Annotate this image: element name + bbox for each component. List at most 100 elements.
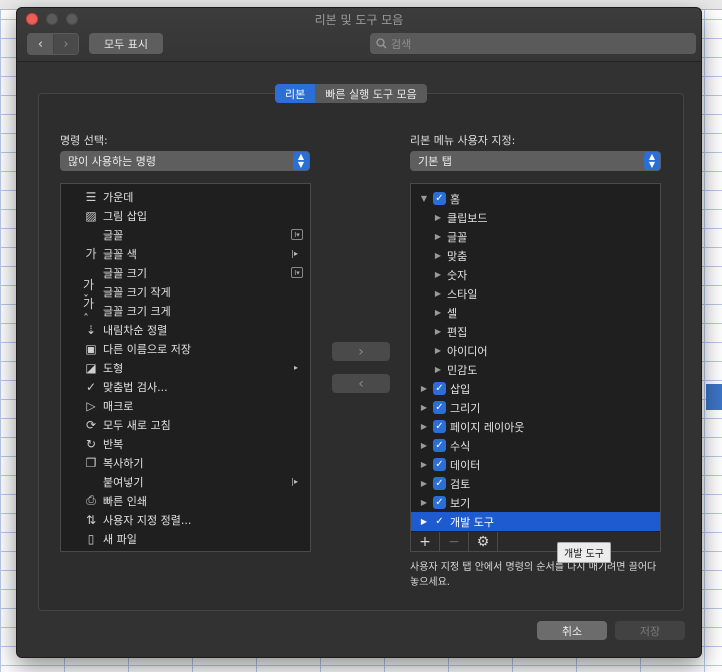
disclosure-expanded-icon[interactable]: ▼ <box>419 194 429 203</box>
command-item[interactable]: ⇅ 사용자 지정 정렬... <box>61 510 310 529</box>
disclosure-collapsed-icon[interactable]: ▶ <box>433 308 443 317</box>
disclosure-collapsed-icon[interactable]: ▶ <box>433 365 443 374</box>
disclosure-collapsed-icon[interactable]: ▶ <box>419 498 429 507</box>
command-item[interactable]: ▣ 다른 이름으로 저장 <box>61 339 310 358</box>
remove-tab-button[interactable]: − <box>440 532 469 551</box>
tree-item-label: 홈 <box>450 192 461 206</box>
ribbon-tab-item[interactable]: ▶ ✓ 검토 <box>411 474 660 493</box>
checkbox-checked-icon[interactable]: ✓ <box>433 477 446 490</box>
command-item[interactable]: ▨ 그림 삽입 <box>61 206 310 225</box>
checkbox-checked-icon[interactable]: ✓ <box>433 515 446 528</box>
disclosure-collapsed-icon[interactable]: ▶ <box>433 213 443 222</box>
back-button[interactable]: ‹ <box>28 34 53 54</box>
command-item[interactable]: ↻ 반복 <box>61 434 310 453</box>
disclosure-collapsed-icon[interactable]: ▶ <box>419 403 429 412</box>
disclosure-collapsed-icon[interactable]: ▶ <box>433 251 443 260</box>
command-item[interactable]: ⇣ 내림차순 정렬 <box>61 320 310 339</box>
command-label: 매크로 <box>103 399 134 413</box>
cancel-button[interactable]: 취소 <box>537 621 607 640</box>
disclosure-collapsed-icon[interactable]: ▶ <box>419 517 429 526</box>
command-label: 모두 새로 고침 <box>103 418 171 432</box>
checkbox-checked-icon[interactable]: ✓ <box>433 401 446 414</box>
tree-item-label: 편집 <box>447 325 468 339</box>
checkbox-checked-icon[interactable]: ✓ <box>433 439 446 452</box>
ribbon-tab-item[interactable]: ▶ ✓ 개발 도구 <box>411 512 660 531</box>
ribbon-tab-item[interactable]: ▶ ✓ 데이터 <box>411 455 660 474</box>
checkbox-checked-icon[interactable]: ✓ <box>433 192 446 205</box>
ribbon-group-item[interactable]: ▶ 글꼴 <box>411 227 660 246</box>
ribbon-group-item[interactable]: ▶ 숫자 <box>411 265 660 284</box>
forward-button[interactable]: › <box>53 34 78 54</box>
disclosure-collapsed-icon[interactable]: ▶ <box>433 289 443 298</box>
disclosure-collapsed-icon[interactable]: ▶ <box>419 479 429 488</box>
show-all-button[interactable]: 모두 표시 <box>89 33 163 54</box>
ribbon-tab-item[interactable]: ▶ ✓ 보기 <box>411 493 660 512</box>
choose-commands-dropdown[interactable]: 많이 사용하는 명령 ▲ ▼ <box>60 151 310 171</box>
disclosure-collapsed-icon[interactable]: ▶ <box>433 327 443 336</box>
command-item[interactable]: ▷ 매크로 <box>61 396 310 415</box>
shapes-icon: ◪ <box>85 360 97 375</box>
tab-options-button[interactable]: ⚙ <box>469 532 498 551</box>
command-item[interactable]: ▯ 새 파일 <box>61 529 310 548</box>
sort-descending-icon: ⇣ <box>85 322 97 337</box>
tab-quick-access-toolbar[interactable]: 빠른 실행 도구 모음 <box>315 84 427 103</box>
history-nav: ‹ › <box>27 33 79 55</box>
disclosure-collapsed-icon[interactable]: ▶ <box>433 232 443 241</box>
disclosure-collapsed-icon[interactable]: ▶ <box>433 346 443 355</box>
command-item[interactable]: ⟳ 모두 새로 고침 <box>61 415 310 434</box>
ribbon-tab-item[interactable]: ▶ ✓ 삽입 <box>411 379 660 398</box>
submenu-arrow-icon: ▸ <box>293 363 298 372</box>
tree-item-label: 그리기 <box>450 401 481 415</box>
save-button[interactable]: 저장 <box>615 621 685 640</box>
ribbon-group-item[interactable]: ▶ 맞춤 <box>411 246 660 265</box>
command-item[interactable]: ✓ 맞춤법 검사... <box>61 377 310 396</box>
tree-item-label: 민감도 <box>447 363 478 377</box>
ribbon-tab-item[interactable]: ▶ ✓ 페이지 레이아웃 <box>411 417 660 436</box>
ribbon-group-item[interactable]: ▶ 민감도 <box>411 360 660 379</box>
disclosure-collapsed-icon[interactable]: ▶ <box>419 422 429 431</box>
command-item[interactable]: 가ˆ 글꼴 크기 크게 <box>61 297 310 326</box>
checkbox-checked-icon[interactable]: ✓ <box>433 382 446 395</box>
remove-from-ribbon-button[interactable]: ‹ <box>332 374 390 393</box>
ribbon-tab-item[interactable]: ▶ ✓ 수식 <box>411 436 660 455</box>
disclosure-collapsed-icon[interactable]: ▶ <box>419 460 429 469</box>
ribbon-group-item[interactable]: ▶ 클립보드 <box>411 208 660 227</box>
ribbon-tab-item[interactable]: ▶ ✓ 그리기 <box>411 398 660 417</box>
checkbox-checked-icon[interactable]: ✓ <box>433 496 446 509</box>
combo-control-icon: I▾ <box>291 267 303 278</box>
tree-item-label: 스타일 <box>447 287 478 301</box>
checkbox-checked-icon[interactable]: ✓ <box>433 420 446 433</box>
command-item[interactable]: ❐ 복사하기 <box>61 453 310 472</box>
command-item[interactable]: 가 글꼴 색 |▸ <box>61 244 310 263</box>
ribbon-group-item[interactable]: ▶ 편집 <box>411 322 660 341</box>
tree-item-label: 셀 <box>447 306 458 320</box>
command-item[interactable]: ◪ 도형 ▸ <box>61 358 310 377</box>
command-item[interactable]: 글꼴 I▾ <box>61 225 310 244</box>
tree-item-label: 아이디어 <box>447 344 488 358</box>
disclosure-collapsed-icon[interactable]: ▶ <box>419 384 429 393</box>
customize-ribbon-value: 기본 탭 <box>418 155 452 168</box>
ribbon-group-item[interactable]: ▶ 아이디어 <box>411 341 660 360</box>
search-field[interactable]: 검색 <box>370 33 696 54</box>
choose-commands-label: 명령 선택: <box>60 134 108 147</box>
add-to-ribbon-button[interactable]: › <box>332 342 390 361</box>
tree-actions-bar: + − ⚙ <box>410 532 661 552</box>
disclosure-collapsed-icon[interactable]: ▶ <box>433 270 443 279</box>
quick-print-icon: ⎙ <box>86 493 96 507</box>
command-list[interactable]: ☰ 가운데 ▨ 그림 삽입 글꼴 I▾ 가 글꼴 색 |▸ 글꼴 크기 I▾ 가ˇ 글꼴 크기 작게 가ˆ… <box>60 183 311 552</box>
ribbon-group-item[interactable]: ▶ 스타일 <box>411 284 660 303</box>
command-label: 복사하기 <box>103 456 144 470</box>
tree-item-label: 글꼴 <box>447 230 468 244</box>
command-item[interactable]: ☰ 가운데 <box>61 187 310 206</box>
checkbox-checked-icon[interactable]: ✓ <box>433 458 446 471</box>
submenu-indicator-icon: |▸ <box>291 249 298 258</box>
customize-ribbon-dropdown[interactable]: 기본 탭 ▲ ▼ <box>410 151 661 171</box>
ribbon-tab-tree[interactable]: ▼ ✓ 홈 ▶ 클립보드 ▶ 글꼴 ▶ 맞춤 ▶ 숫자 ▶ 스타일 ▶ 셀 ▶ 편집 ▶ 아이디어 ▶ 민감도 ▶ ✓ 삽입 ▶… <box>410 183 661 533</box>
ribbon-group-item[interactable]: ▶ 셀 <box>411 303 660 322</box>
disclosure-collapsed-icon[interactable]: ▶ <box>419 441 429 450</box>
command-item[interactable]: 붙여넣기 |▸ <box>61 472 310 491</box>
ribbon-tab-item[interactable]: ▼ ✓ 홈 <box>411 189 660 208</box>
add-tab-button[interactable]: + <box>411 532 440 551</box>
command-item[interactable]: ⎙ 빠른 인쇄 <box>61 491 310 510</box>
tab-ribbon[interactable]: 리본 <box>275 84 316 103</box>
